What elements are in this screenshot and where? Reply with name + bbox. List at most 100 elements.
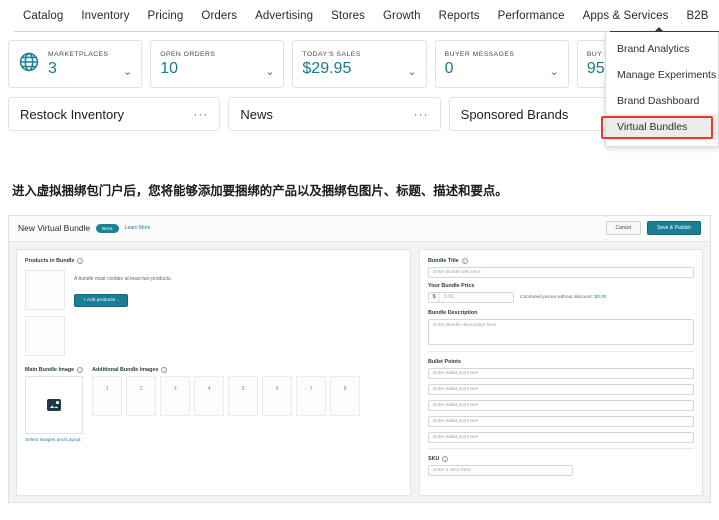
products-hint: A bundle must contain at least two produ… — [74, 275, 172, 282]
nav-item-advertising[interactable]: Advertising — [246, 6, 322, 26]
additional-images-label: Additional Bundle Images i — [92, 366, 360, 373]
sku-label-text: SKU — [428, 455, 440, 462]
bullet-point-input-3[interactable]: Enter bullet point text — [428, 399, 694, 411]
chevron-down-icon[interactable]: ⌄ — [407, 67, 416, 78]
info-icon[interactable]: i — [161, 366, 168, 373]
brands-dropdown-menu: Brand Analytics Manage Experiments Brand… — [605, 32, 719, 147]
chevron-down-icon[interactable]: ⌄ — [550, 67, 559, 78]
products-hint-block: A bundle must contain at least two produ… — [74, 270, 172, 310]
nav-item-catalog[interactable]: Catalog — [14, 6, 72, 26]
dropdown-item-virtual-bundles[interactable]: Virtual Bundles — [606, 114, 718, 140]
bundle-price-input[interactable]: $ 0.00 — [428, 291, 514, 303]
info-icon[interactable]: i — [461, 257, 468, 264]
bundle-description-label: Bundle Description — [428, 309, 478, 316]
bullet-point-input-4[interactable]: Enter bullet point text — [428, 415, 694, 427]
bundle-price-label: Your Bundle Price — [428, 282, 475, 289]
metric-card-marketplaces[interactable]: MARKETPLACES 3 ⌄ — [8, 40, 143, 88]
bundle-title-input[interactable]: Enter Bundle title here — [428, 266, 694, 278]
product-slot-empty-2[interactable] — [25, 315, 65, 356]
dropdown-item-brand-dashboard[interactable]: Brand Dashboard — [606, 88, 718, 114]
additional-image-slot[interactable]: 6 — [262, 375, 293, 416]
more-options-icon[interactable]: ··· — [414, 108, 429, 120]
form-body: Products in Bundle i A bundle must conta… — [9, 242, 710, 502]
combined-price-note-text: Combined prices without discount: — [520, 294, 594, 300]
additional-image-slot[interactable]: 7 — [296, 375, 327, 416]
learn-more-link[interactable]: Learn More — [125, 225, 151, 231]
nav-item-b2b[interactable]: B2B — [677, 6, 717, 26]
metric-label: OPEN ORDERS — [160, 50, 216, 58]
nav-item-inventory[interactable]: Inventory — [72, 6, 138, 26]
widget-title: Restock Inventory — [20, 106, 125, 122]
metric-value: 10 — [160, 59, 178, 77]
bundle-details-panel: Bundle Title i Enter Bundle title here Y… — [419, 248, 703, 496]
info-icon[interactable]: i — [77, 366, 84, 373]
form-header: New Virtual Bundle Beta Learn More Cance… — [9, 215, 710, 242]
additional-image-slot[interactable]: 8 — [330, 375, 361, 416]
metric-label: BUYER MESSAGES — [444, 50, 515, 58]
nav-item-pricing[interactable]: Pricing — [139, 6, 193, 26]
currency-prefix: $ — [429, 292, 440, 302]
combined-price-note: Combined prices without discount: $0.00 — [520, 295, 606, 300]
info-icon[interactable]: i — [442, 455, 449, 462]
save-and-publish-button[interactable]: Save & Publish — [647, 221, 701, 236]
bundle-description-textarea[interactable]: Enter Bundle description here — [428, 318, 694, 345]
select-images-and-layout-link[interactable]: Select Images and Layout — [25, 438, 83, 443]
bullet-point-input-2[interactable]: Enter bullet point text — [428, 383, 694, 395]
add-products-button[interactable]: + Add products... — [74, 293, 129, 307]
chevron-down-icon[interactable]: ⌄ — [123, 67, 132, 78]
seller-dashboard: Catalog Inventory Pricing Orders Adverti… — [0, 0, 719, 160]
metric-card-open-orders[interactable]: OPEN ORDERS 10 ⌄ — [150, 40, 285, 88]
dropdown-item-manage-experiments[interactable]: Manage Experiments — [606, 62, 718, 88]
bullet-point-input-5[interactable]: Enter bullet point text — [428, 431, 694, 443]
metric-value: 3 — [48, 59, 57, 77]
nav-item-orders[interactable]: Orders — [192, 6, 246, 26]
additional-image-slot[interactable]: 2 — [126, 375, 157, 416]
widget-title: Sponsored Brands — [460, 106, 569, 122]
dropdown-item-brand-analytics[interactable]: Brand Analytics — [606, 36, 718, 62]
additional-images-label-text: Additional Bundle Images — [92, 366, 159, 373]
additional-image-slot[interactable]: 1 — [92, 375, 123, 416]
metric-card-todays-sales[interactable]: TODAY'S SALES $29.95 ⌄ — [292, 40, 427, 88]
beta-badge: Beta — [96, 223, 119, 233]
nav-item-growth[interactable]: Growth — [374, 6, 430, 26]
bullet-points-label: Bullet Points — [428, 358, 461, 365]
products-section-label: Products in Bundle i — [25, 257, 402, 264]
main-navigation: Catalog Inventory Pricing Orders Adverti… — [0, 0, 719, 32]
more-options-icon[interactable]: ··· — [193, 108, 208, 120]
main-image-label: Main Bundle Image i — [25, 366, 84, 373]
products-panel: Products in Bundle i A bundle must conta… — [16, 248, 411, 496]
metric-value: 0 — [444, 59, 454, 77]
cancel-button[interactable]: Cancel — [605, 221, 642, 236]
nav-item-stores[interactable]: Stores — [322, 6, 374, 26]
nav-item-apps-services[interactable]: Apps & Services — [574, 6, 678, 26]
virtual-bundle-form-screenshot: New Virtual Bundle Beta Learn More Cance… — [8, 214, 711, 503]
products-section-label-text: Products in Bundle — [25, 257, 75, 264]
bullet-point-input-1[interactable]: Enter bullet point text — [428, 367, 694, 379]
main-image-dropzone[interactable] — [25, 375, 83, 434]
additional-image-slot[interactable]: 3 — [160, 375, 191, 416]
main-image-block: Main Bundle Image i Select Images and La… — [25, 366, 84, 443]
metric-label: MARKETPLACES — [48, 50, 109, 58]
section-divider-2 — [428, 447, 694, 449]
section-divider — [428, 350, 694, 352]
widget-restock-inventory[interactable]: Restock Inventory ··· — [8, 97, 221, 131]
additional-image-slot[interactable]: 5 — [228, 375, 259, 416]
main-image-label-text: Main Bundle Image — [25, 366, 75, 373]
metric-value: $29.95 — [302, 59, 352, 77]
widget-news[interactable]: News ··· — [228, 97, 441, 131]
sku-label: SKU i — [428, 455, 694, 462]
images-row: Main Bundle Image i Select Images and La… — [25, 366, 402, 443]
nav-item-performance[interactable]: Performance — [489, 6, 574, 26]
product-slot-empty[interactable] — [25, 269, 65, 310]
info-icon[interactable]: i — [77, 257, 84, 264]
bundle-title-label-text: Bundle Title — [428, 257, 459, 264]
nav-item-reports[interactable]: Reports — [430, 6, 489, 26]
image-placeholder-icon — [47, 398, 61, 411]
additional-image-slot[interactable]: 4 — [194, 375, 225, 416]
metric-card-buyer-messages[interactable]: BUYER MESSAGES 0 ⌄ — [434, 40, 569, 88]
page-title: New Virtual Bundle — [18, 223, 91, 234]
globe-icon — [18, 51, 40, 78]
chevron-down-icon[interactable]: ⌄ — [265, 67, 274, 78]
sku-input[interactable]: Enter a SKU here — [428, 464, 573, 476]
additional-image-slots: 1 2 3 4 5 6 7 8 — [92, 375, 361, 416]
